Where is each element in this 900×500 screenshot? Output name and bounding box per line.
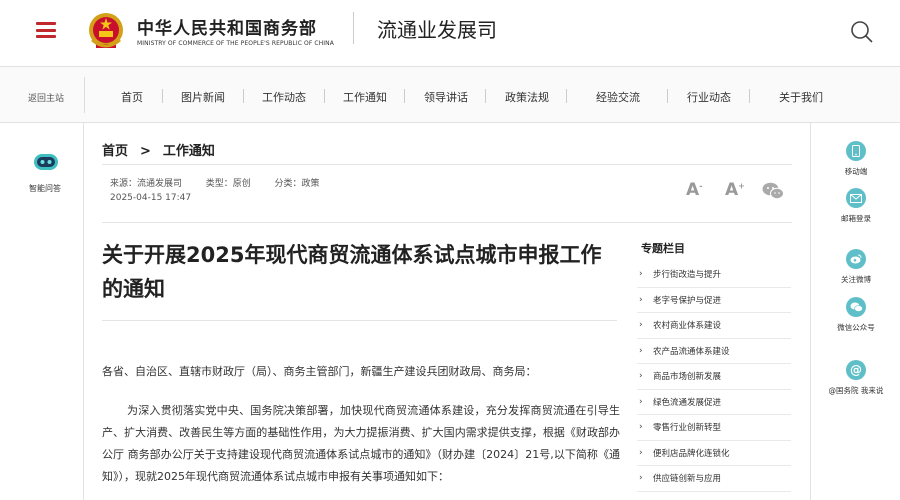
weibo-link[interactable]: 关注微博 — [811, 249, 900, 285]
state-council-feedback-label: @国务院 我来说 — [828, 386, 884, 395]
nav-item-work-updates[interactable]: 工作动态 — [262, 89, 306, 105]
column-item-pedestrian-street[interactable]: › 步行街改造与提升 — [637, 262, 791, 288]
nav-item-home[interactable]: 首页 — [121, 89, 143, 105]
font-increase-button[interactable]: A+ — [725, 180, 745, 200]
main-nav: 返回主站 首页 图片新闻 工作动态 工作通知 领导讲话 政策法规 经验交流 行业… — [0, 66, 900, 123]
breadcrumb: 首页 > 工作通知 — [102, 140, 215, 159]
chat-bot-icon[interactable] — [33, 153, 59, 173]
column-item-green-circulation[interactable]: › 绿色流通发展促进 — [637, 390, 791, 415]
hamburger-menu-icon[interactable] — [36, 22, 56, 38]
nav-separator — [566, 89, 567, 103]
ministry-name-cn: 中华人民共和国商务部 — [137, 19, 317, 39]
back-to-main-site-link[interactable]: 返回主站 — [28, 91, 64, 104]
nav-item-about-us[interactable]: 关于我们 — [779, 89, 823, 105]
column-item-time-honored-brands[interactable]: › 老字号保护与促进 — [637, 288, 791, 313]
column-item-rural-commerce[interactable]: › 农村商业体系建设 — [637, 313, 791, 339]
nav-separator — [485, 89, 486, 103]
chevron-right-icon: › — [639, 320, 643, 331]
font-decrease-button[interactable]: A- — [686, 180, 703, 200]
weibo-icon — [846, 249, 866, 269]
nav-separator — [749, 89, 750, 103]
department-name[interactable]: 流通业发展司 — [377, 14, 497, 43]
nav-divider — [84, 77, 85, 113]
mobile-icon — [846, 141, 866, 161]
column-item-agri-circulation[interactable]: › 农产品流通体系建设 — [637, 339, 791, 364]
nav-item-work-notices[interactable]: 工作通知 — [343, 89, 387, 105]
nav-separator — [667, 89, 668, 103]
article-type: 类型：原创 — [205, 179, 251, 189]
column-item-retail-transformation[interactable]: › 零售行业创新转型 — [637, 415, 791, 441]
nav-item-industry-news[interactable]: 行业动态 — [687, 89, 731, 105]
smart-qa-label[interactable]: 智能问答 — [29, 183, 61, 194]
left-sidebar: 智能问答 — [0, 123, 84, 500]
special-columns-title: 专题栏目 — [641, 242, 685, 255]
article-salutation: 各省、自治区、直辖市财政厅（局）、商务主管部门，新疆生产建设兵团财政局、商务局： — [102, 365, 537, 378]
mail-login-link[interactable]: 邮箱登录 — [811, 188, 900, 224]
article-meta: 来源：流通发展司 类型：原创 分类：政策 — [110, 176, 320, 189]
column-item-convenience-store[interactable]: › 便利店品牌化连锁化 — [637, 441, 791, 466]
breadcrumb-separator: > — [140, 144, 151, 159]
divider — [102, 222, 792, 223]
chevron-right-icon: › — [639, 371, 643, 382]
article-category: 分类：政策 — [274, 179, 320, 189]
breadcrumb-current[interactable]: 工作通知 — [163, 144, 215, 159]
mobile-label: 移动端 — [844, 167, 868, 176]
nav-item-photo-news[interactable]: 图片新闻 — [181, 89, 225, 105]
breadcrumb-home[interactable]: 首页 — [102, 144, 128, 159]
article-date: 2025-04-15 17:47 — [110, 193, 192, 203]
special-columns-list: › 步行街改造与提升 › 老字号保护与促进 › 农村商业体系建设 › 农产品流通体系建设… — [637, 262, 791, 492]
chevron-right-icon: › — [639, 396, 643, 407]
chevron-right-icon: › — [639, 294, 643, 305]
nav-separator — [243, 89, 244, 103]
nav-separator — [404, 89, 405, 103]
chevron-right-icon: › — [639, 422, 643, 433]
mobile-link[interactable]: 移动端 — [811, 141, 900, 177]
search-icon[interactable] — [850, 20, 874, 44]
divider — [102, 164, 792, 165]
nav-item-policies[interactable]: 政策法规 — [505, 89, 549, 105]
nav-item-experience[interactable]: 经验交流 — [596, 89, 640, 105]
wechat-icon — [846, 297, 866, 317]
national-emblem-icon — [89, 13, 123, 48]
site-header: 中华人民共和国商务部 MINISTRY OF COMMERCE OF THE P… — [0, 0, 900, 66]
column-item-supply-chain[interactable]: › 供应链创新与应用 — [637, 466, 791, 492]
wechat-share-icon[interactable] — [762, 182, 784, 200]
ministry-name-en: MINISTRY OF COMMERCE OF THE PEOPLE'S REP… — [137, 40, 334, 47]
nav-separator — [324, 89, 325, 103]
column-item-commodity-market[interactable]: › 商品市场创新发展 — [637, 364, 791, 390]
wechat-label: 微信公众号 — [837, 323, 875, 332]
chevron-right-icon: › — [639, 269, 643, 280]
article-body: 为深入贯彻落实党中央、国务院决策部署，加快现代商贸流通体系建设，充分发挥商贸流通… — [102, 404, 620, 483]
nav-separator — [162, 89, 163, 103]
header-divider — [353, 12, 354, 44]
divider — [102, 320, 617, 321]
chevron-right-icon: › — [639, 345, 643, 356]
state-council-feedback-link[interactable]: @ @国务院 我来说 — [811, 360, 900, 396]
article-title: 关于开展2025年现代商贸流通体系试点城市申报工作的通知 — [102, 243, 602, 301]
weibo-label: 关注微博 — [841, 275, 871, 284]
nav-item-leader-speeches[interactable]: 领导讲话 — [424, 89, 468, 105]
at-icon: @ — [846, 360, 866, 380]
wechat-link[interactable]: 微信公众号 — [811, 297, 900, 333]
mail-icon — [846, 188, 866, 208]
right-sidebar: 移动端 邮箱登录 关注微博 微信公众号 @ @国务院 我来说 — [810, 123, 900, 500]
chevron-right-icon: › — [639, 447, 643, 458]
article-source: 来源：流通发展司 — [110, 179, 183, 189]
chevron-right-icon: › — [639, 473, 643, 484]
mail-login-label: 邮箱登录 — [841, 214, 871, 223]
